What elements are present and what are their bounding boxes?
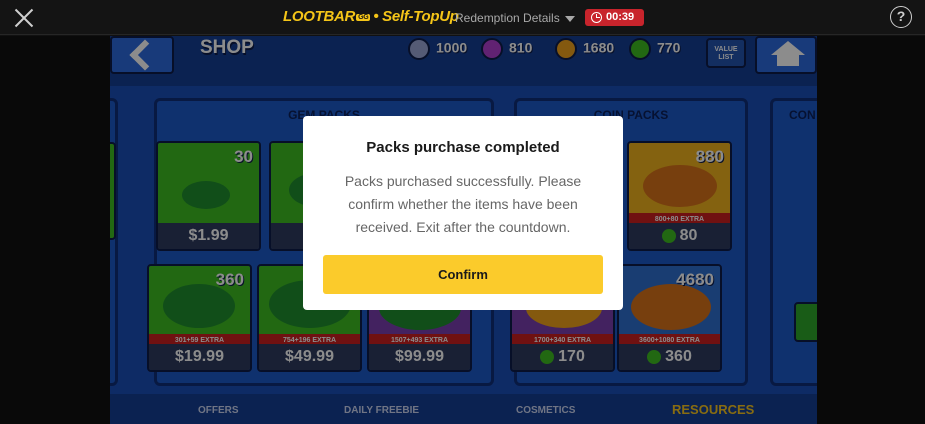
brand-name: LOOTBAR <box>283 8 356 25</box>
chevron-down-icon <box>564 15 575 22</box>
brand-suffix: • Self-TopUp <box>373 8 459 25</box>
top-bar: LOOTBAR GG • Self-TopUp Redemption Details… <box>0 0 925 35</box>
help-icon[interactable]: ? <box>890 6 912 28</box>
brand-logo: LOOTBAR GG • Self-TopUp <box>283 8 459 25</box>
redemption-details-label: Redemption Details <box>455 11 560 25</box>
countdown-timer: 00:39 <box>585 9 644 26</box>
redemption-details-dropdown[interactable]: Redemption Details <box>455 11 575 25</box>
confirm-button[interactable]: Confirm <box>323 255 603 294</box>
dialog-title: Packs purchase completed <box>366 139 560 156</box>
timer-value: 00:39 <box>606 11 635 23</box>
dialog-message: Packs purchased successfully. Please con… <box>344 173 582 235</box>
close-icon[interactable] <box>13 7 35 29</box>
brand-tag: GG <box>356 13 371 21</box>
purchase-complete-dialog: Packs purchase completed Packs purchased… <box>303 116 623 310</box>
clock-icon <box>591 12 602 23</box>
